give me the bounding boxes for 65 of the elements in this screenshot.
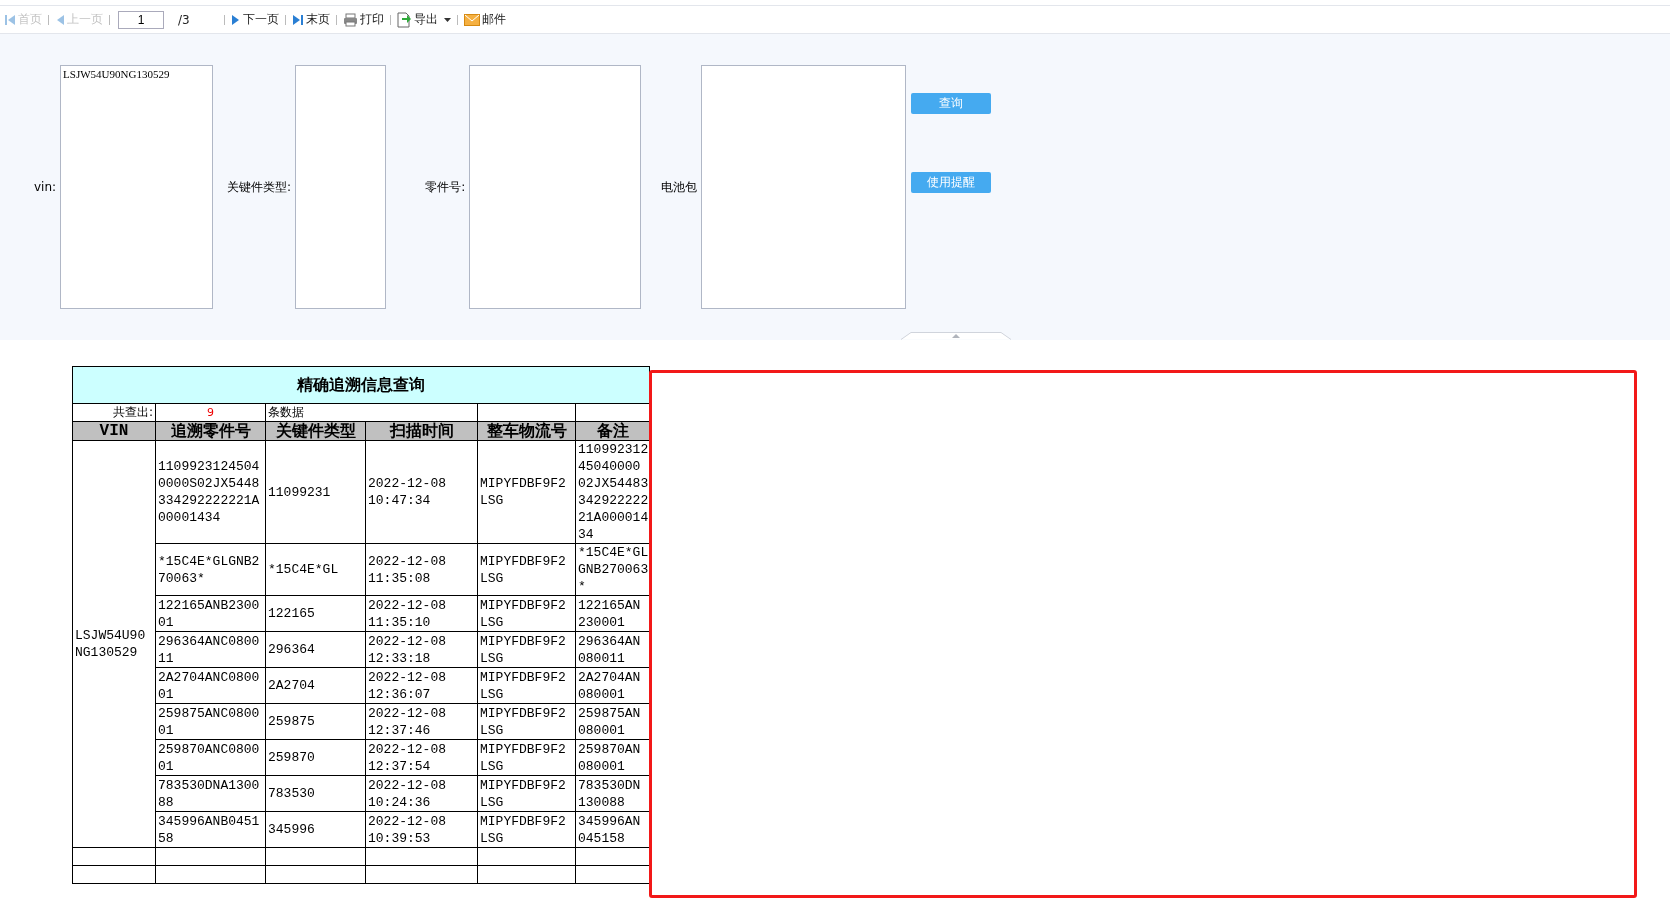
table-cell: 11099231245040000S02JX5448334292222221A00001434 bbox=[155, 440, 266, 544]
table-cell: 2022-12-08 12:33:18 bbox=[365, 631, 478, 668]
table-cell: 296364ANC080011 bbox=[155, 631, 266, 668]
text-area[interactable] bbox=[295, 65, 387, 309]
field-label: 零件号: bbox=[425, 178, 466, 196]
table-cell: MIPYFDBF9F2LSG bbox=[477, 703, 576, 740]
table-cell: 2022-12-08 10:39:53 bbox=[365, 811, 478, 848]
table-cell: 259870 bbox=[265, 739, 366, 776]
envelope-icon bbox=[464, 13, 480, 26]
previous-page-icon bbox=[55, 13, 65, 26]
report-title: 精确追溯信息查询 bbox=[72, 366, 650, 404]
table-cell: 259870ANC080001 bbox=[155, 739, 266, 776]
table-cell: 122165 bbox=[265, 595, 366, 632]
page-total: /3 bbox=[177, 12, 191, 27]
last-button[interactable]: 末页 bbox=[292, 11, 330, 28]
table-cell: 2022-12-08 10:47:34 bbox=[365, 440, 478, 544]
table-cell: 345996 bbox=[265, 811, 366, 848]
table-cell: 122165ANB230001 bbox=[155, 595, 266, 632]
caret-icon bbox=[444, 17, 451, 22]
table-cell: MIPYFDBF9F2LSG bbox=[477, 775, 576, 812]
table-cell: MIPYFDBF9F2LSG bbox=[477, 440, 576, 544]
count-label: 共查出: bbox=[72, 403, 156, 422]
export-icon bbox=[397, 11, 412, 28]
printer-icon bbox=[343, 12, 358, 27]
table-cell: MIPYFDBF9F2LSG bbox=[477, 667, 576, 704]
text-area[interactable]: LSJW54U90NG130529 bbox=[60, 65, 214, 309]
first-page-icon bbox=[4, 13, 16, 26]
table-cell: 2A2704 bbox=[265, 667, 366, 704]
page-number-field[interactable]: 1 bbox=[118, 10, 164, 29]
table-cell: 2022-12-08 11:35:08 bbox=[365, 543, 478, 596]
text-area[interactable] bbox=[469, 65, 642, 309]
table-cell: MIPYFDBF9F2LSG bbox=[477, 811, 576, 848]
table-cell: 11099231 bbox=[265, 440, 366, 544]
mail-button[interactable]: 邮件 bbox=[464, 11, 506, 28]
table-cell: 2022-12-08 12:36:07 bbox=[365, 667, 478, 704]
table-cell: *15C4E*GLGNB270063* bbox=[155, 543, 266, 596]
table-cell: MIPYFDBF9F2LSG bbox=[477, 739, 576, 776]
count-suffix: 条数据 bbox=[265, 403, 478, 422]
table-cell: 259875ANC080001 bbox=[155, 703, 266, 740]
table-cell: 2022-12-08 12:37:46 bbox=[365, 703, 478, 740]
field-label: 关键件类型: bbox=[227, 178, 292, 196]
table-cell: LSJW54U90NG130529 bbox=[72, 440, 156, 848]
table-cell: MIPYFDBF9F2LSG bbox=[477, 543, 576, 596]
text-area[interactable] bbox=[701, 65, 907, 309]
field-label: 电池包 bbox=[661, 178, 698, 196]
field-label: vin: bbox=[34, 180, 57, 194]
table-cell: 2022-12-08 12:37:54 bbox=[365, 739, 478, 776]
last-page-icon bbox=[292, 13, 304, 26]
result-count: 9 bbox=[155, 403, 266, 422]
table-cell: MIPYFDBF9F2LSG bbox=[477, 631, 576, 668]
print-button[interactable]: 打印 bbox=[343, 11, 384, 28]
next-button[interactable]: 下一页 bbox=[231, 11, 279, 28]
export-button[interactable]: 导出 bbox=[397, 11, 451, 28]
table-cell: 345996ANB045158 bbox=[155, 811, 266, 848]
table-cell: 2A2704ANC080001 bbox=[155, 667, 266, 704]
next-page-icon bbox=[231, 13, 241, 26]
table-cell: 2022-12-08 10:24:36 bbox=[365, 775, 478, 812]
table-cell: 2022-12-08 11:35:10 bbox=[365, 595, 478, 632]
table-cell: 783530 bbox=[265, 775, 366, 812]
table-cell: 296364 bbox=[265, 631, 366, 668]
table-cell: 259875 bbox=[265, 703, 366, 740]
table-cell: MIPYFDBF9F2LSG bbox=[477, 595, 576, 632]
table-cell: 783530DNA130088 bbox=[155, 775, 266, 812]
collapse-handle-icon[interactable] bbox=[901, 332, 1011, 340]
table-cell: *15C4E*GL bbox=[265, 543, 366, 596]
